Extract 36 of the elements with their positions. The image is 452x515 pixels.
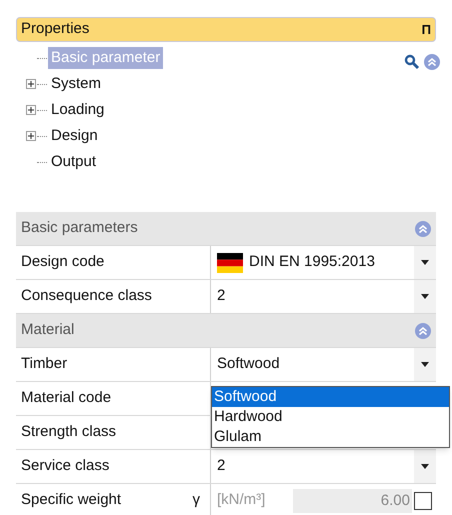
dropdown-option[interactable]: Softwood [212,387,449,407]
collapse-icon[interactable] [415,322,431,338]
tree-item[interactable]: Design [48,124,101,148]
caret-icon[interactable] [421,294,429,299]
checkbox[interactable] [414,492,432,510]
dropdown-option[interactable]: Glulam [212,427,449,447]
property-label: Service class [21,456,110,476]
tree-item[interactable]: Output [48,150,100,174]
value-dropdown[interactable]: Softwood [211,348,436,381]
expand-icon[interactable] [26,105,36,115]
property-label: Timber [21,354,68,374]
caret-icon[interactable] [421,464,429,469]
pin-icon[interactable]: Π [422,20,431,40]
flag-icon [217,252,243,272]
unit-label: [kN/m³] [217,490,266,510]
section-title: Basic parameters [21,218,138,238]
value-dropdown[interactable]: 2 [211,450,436,483]
value-dropdown[interactable]: DIN EN 1995:2013 [211,246,436,279]
caret-icon[interactable] [421,260,429,265]
caret-icon[interactable] [421,362,429,367]
collapse-icon[interactable] [415,220,431,236]
property-label: Design code [21,252,104,272]
section-title: Material [21,320,74,340]
property-label: Material code [21,388,112,408]
expand-icon[interactable] [26,131,36,141]
search-icon[interactable] [404,54,420,70]
property-label: Strength class [21,422,116,442]
property-label: Specific weight [21,490,122,510]
tree-item[interactable]: System [48,72,104,96]
symbol-label: γ [192,490,200,510]
expand-icon[interactable] [26,79,36,89]
tree-item[interactable]: Loading [48,98,108,122]
dropdown-option[interactable]: Hardwood [212,407,449,427]
panel-title: Properties [21,19,90,40]
value-dropdown[interactable]: 2 [211,280,436,313]
property-label: Consequence class [21,286,152,306]
